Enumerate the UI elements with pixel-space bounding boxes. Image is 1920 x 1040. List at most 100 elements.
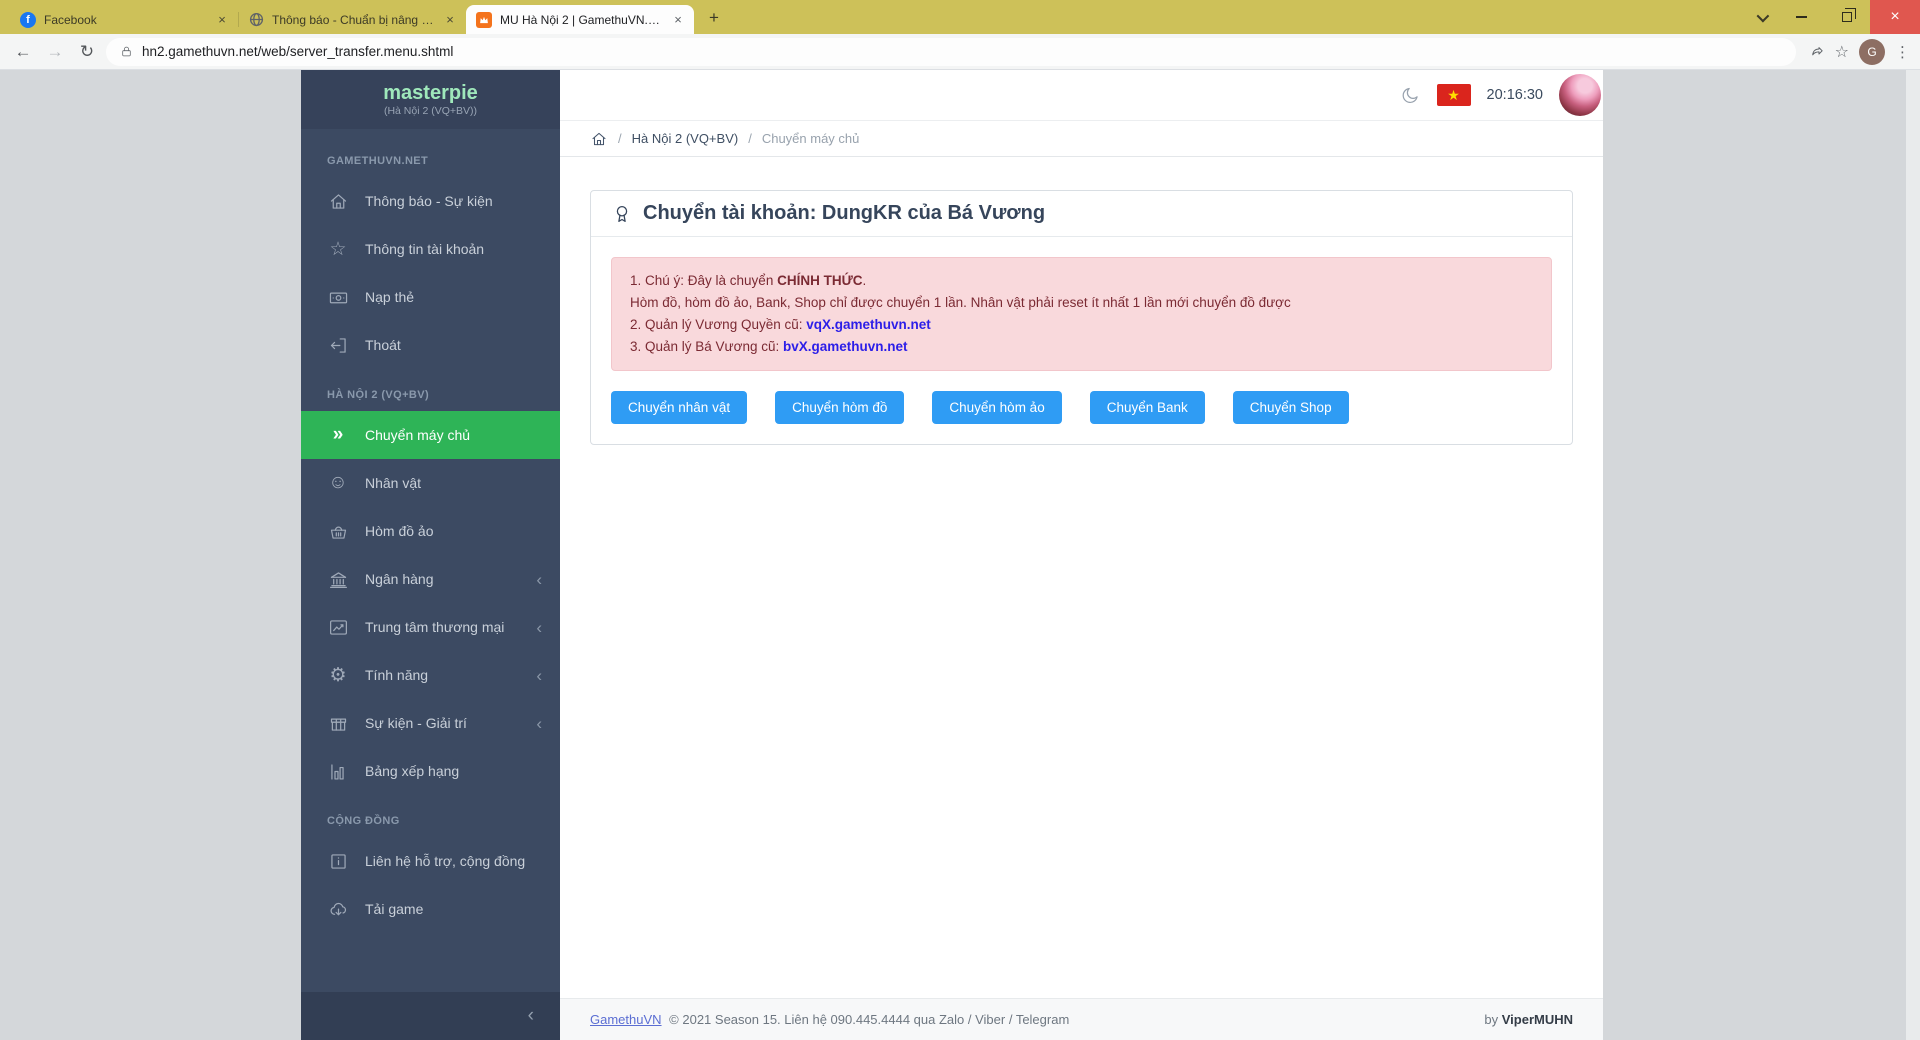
sidebar-item-label: Hòm đồ ảo — [365, 523, 433, 539]
transfer-bank-button[interactable]: Chuyển Bank — [1090, 391, 1205, 424]
transfer-inventory-button[interactable]: Chuyển hòm đồ — [775, 391, 904, 424]
dark-mode-moon-icon[interactable] — [1400, 85, 1421, 106]
transfer-shop-button[interactable]: Chuyển Shop — [1233, 391, 1349, 424]
transfer-character-button[interactable]: Chuyển nhân vật — [611, 391, 747, 424]
footer-credit: by ViperMUHN — [1484, 1012, 1573, 1027]
star-icon: ☆ — [327, 238, 349, 260]
sidebar-item-nap-the[interactable]: Nạp thẻ — [301, 273, 560, 321]
sidebar-item-label: Tải game — [365, 901, 423, 917]
transfer-actions: Chuyển nhân vật Chuyển hòm đồ Chuyển hòm… — [611, 391, 1552, 424]
chevron-left-icon: ‹ — [536, 571, 542, 588]
content-topbar: ★ 20:16:30 — [560, 70, 1603, 120]
chevron-left-icon: ‹ — [536, 667, 542, 684]
sidebar-item-tinh-nang[interactable]: ⚙ Tính năng ‹ — [301, 651, 560, 699]
tab-close-icon[interactable]: × — [214, 12, 230, 28]
bookmark-star-icon[interactable]: ☆ — [1835, 42, 1849, 62]
sidebar-item-lien-he-ho-tro[interactable]: Liên hệ hỗ trợ, cộng đồng — [301, 837, 560, 885]
notice-line-1: 1. Chú ý: Đây là chuyển CHÍNH THỨC. — [630, 270, 1533, 292]
page-title: Chuyển tài khoản: DungKR của Bá Vương — [643, 202, 1045, 225]
overflow-menu-icon[interactable]: ⋮ — [1895, 43, 1910, 61]
medal-icon — [611, 203, 633, 225]
share-icon[interactable] — [1808, 43, 1825, 60]
sidebar-item-nhan-vat[interactable]: ☺ Nhân vật — [301, 459, 560, 507]
browser-profile-avatar[interactable]: G — [1859, 39, 1885, 65]
sidebar-item-label: Thông báo - Sự kiện — [365, 193, 493, 209]
sidebar-item-label: Chuyển máy chủ — [365, 427, 470, 443]
sidebar-item-bang-xep-hang[interactable]: Bảng xếp hạng — [301, 747, 560, 795]
breadcrumb-separator: / — [748, 131, 752, 146]
logout-icon — [327, 334, 349, 356]
close-button[interactable]: × — [1870, 0, 1920, 34]
lock-icon — [120, 45, 133, 58]
breadcrumb-current: Chuyển máy chủ — [762, 131, 860, 146]
chevron-left-icon: ‹ — [536, 715, 542, 732]
warning-notice: 1. Chú ý: Đây là chuyển CHÍNH THỨC. Hòm … — [611, 257, 1552, 371]
info-icon — [327, 850, 349, 872]
chart-line-icon — [327, 616, 349, 638]
browser-window: f Facebook × Thông báo - Chuẩn bị nâng c… — [0, 0, 1920, 1040]
cloud-download-icon — [327, 898, 349, 920]
sidebar-item-thong-tin-tai-khoan[interactable]: ☆ Thông tin tài khoản — [301, 225, 560, 273]
sidebar-item-chuyen-may-chu[interactable]: » Chuyển máy chủ — [301, 411, 560, 459]
new-tab-button[interactable]: + — [700, 4, 728, 32]
brand-subtitle: (Hà Nội 2 (VQ+BV)) — [384, 105, 477, 117]
tab-title: Facebook — [44, 13, 206, 27]
vq-server-link[interactable]: vqX.gamethuvn.net — [806, 317, 931, 332]
browser-toolbar: ← → ↻ hn2.gamethuvn.net/web/server_trans… — [0, 34, 1920, 70]
tab-thong-bao[interactable]: Thông báo - Chuẩn bị nâng cấp × — [238, 5, 466, 34]
card-header: Chuyển tài khoản: DungKR của Bá Vương — [591, 191, 1572, 237]
breadcrumb-separator: / — [618, 131, 622, 146]
tab-close-icon[interactable]: × — [670, 12, 686, 28]
chevron-left-icon: ‹ — [536, 619, 542, 636]
sidebar-item-label: Liên hệ hỗ trợ, cộng đồng — [365, 853, 525, 869]
tab-title: MU Hà Nội 2 | GamethuVN.net - — [500, 13, 662, 27]
vietnam-flag-icon[interactable]: ★ — [1437, 84, 1471, 106]
tab-title: Thông báo - Chuẩn bị nâng cấp — [272, 13, 434, 27]
smiley-icon: ☺ — [327, 472, 349, 494]
bank-icon — [327, 568, 349, 590]
globe-icon — [248, 12, 264, 28]
sidebar-item-hom-do-ao[interactable]: Hòm đồ ảo — [301, 507, 560, 555]
sidebar-item-trung-tam-thuong-mai[interactable]: Trung tâm thương mại ‹ — [301, 603, 560, 651]
basket-icon — [327, 520, 349, 542]
sidebar-nav: GAMETHUVN.NET Thông báo - Sự kiện ☆ Thôn… — [301, 129, 560, 992]
sidebar-item-thong-bao-su-kien[interactable]: Thông báo - Sự kiện — [301, 177, 560, 225]
minimize-button[interactable] — [1778, 0, 1824, 34]
sidebar-item-label: Bảng xếp hạng — [365, 763, 459, 779]
site-container: masterpie (Hà Nội 2 (VQ+BV)) GAMETHUVN.N… — [301, 70, 1603, 1040]
server-time: 20:16:30 — [1487, 87, 1543, 103]
sidebar-item-label: Tính năng — [365, 667, 428, 683]
sidebar: masterpie (Hà Nội 2 (VQ+BV)) GAMETHUVN.N… — [301, 70, 560, 1040]
footer-copyright: © 2021 Season 15. Liên hệ 090.445.4444 q… — [669, 1012, 1069, 1027]
sidebar-item-ngan-hang[interactable]: Ngân hàng ‹ — [301, 555, 560, 603]
bv-server-link[interactable]: bvX.gamethuvn.net — [783, 339, 908, 354]
tab-mu-hanoi2-active[interactable]: MU Hà Nội 2 | GamethuVN.net - × — [466, 5, 694, 34]
flag-star: ★ — [1447, 88, 1460, 102]
section-label-cong-dong: CỘNG ĐỒNG — [301, 795, 560, 837]
sidebar-collapse-button[interactable]: ‹ — [301, 992, 560, 1040]
page-scrollbar[interactable] — [1906, 70, 1920, 1040]
user-avatar[interactable] — [1559, 74, 1601, 116]
tab-close-icon[interactable]: × — [442, 12, 458, 28]
tab-facebook[interactable]: f Facebook × — [10, 5, 238, 34]
double-chevron-right-icon: » — [327, 424, 349, 446]
main-content: ★ 20:16:30 / Hà Nội 2 (VQ+BV) / Chuyển m… — [560, 70, 1603, 1040]
sidebar-item-thoat[interactable]: Thoát — [301, 321, 560, 369]
sidebar-item-label: Trung tâm thương mại — [365, 619, 504, 635]
address-bar[interactable]: hn2.gamethuvn.net/web/server_transfer.me… — [106, 38, 1796, 66]
transfer-card: Chuyển tài khoản: DungKR của Bá Vương 1.… — [590, 190, 1573, 445]
tab-search-button[interactable] — [1744, 0, 1778, 34]
minimize-icon — [1796, 16, 1807, 18]
transfer-virtual-chest-button[interactable]: Chuyển hòm ảo — [932, 391, 1061, 424]
sidebar-item-tai-game[interactable]: Tải game — [301, 885, 560, 933]
sidebar-item-su-kien-giai-tri[interactable]: Sự kiện - Giải trí ‹ — [301, 699, 560, 747]
footer-gamethuvn-link[interactable]: GamethuVN — [590, 1012, 662, 1027]
sidebar-item-label: Ngân hàng — [365, 571, 434, 587]
restore-button[interactable] — [1824, 0, 1870, 34]
breadcrumb-server[interactable]: Hà Nội 2 (VQ+BV) — [632, 131, 739, 146]
breadcrumb-home-icon[interactable] — [590, 130, 608, 148]
forward-button[interactable]: → — [42, 39, 68, 65]
back-button[interactable]: ← — [10, 39, 36, 65]
reload-button[interactable]: ↻ — [74, 39, 100, 65]
url-text: hn2.gamethuvn.net/web/server_transfer.me… — [142, 44, 453, 59]
